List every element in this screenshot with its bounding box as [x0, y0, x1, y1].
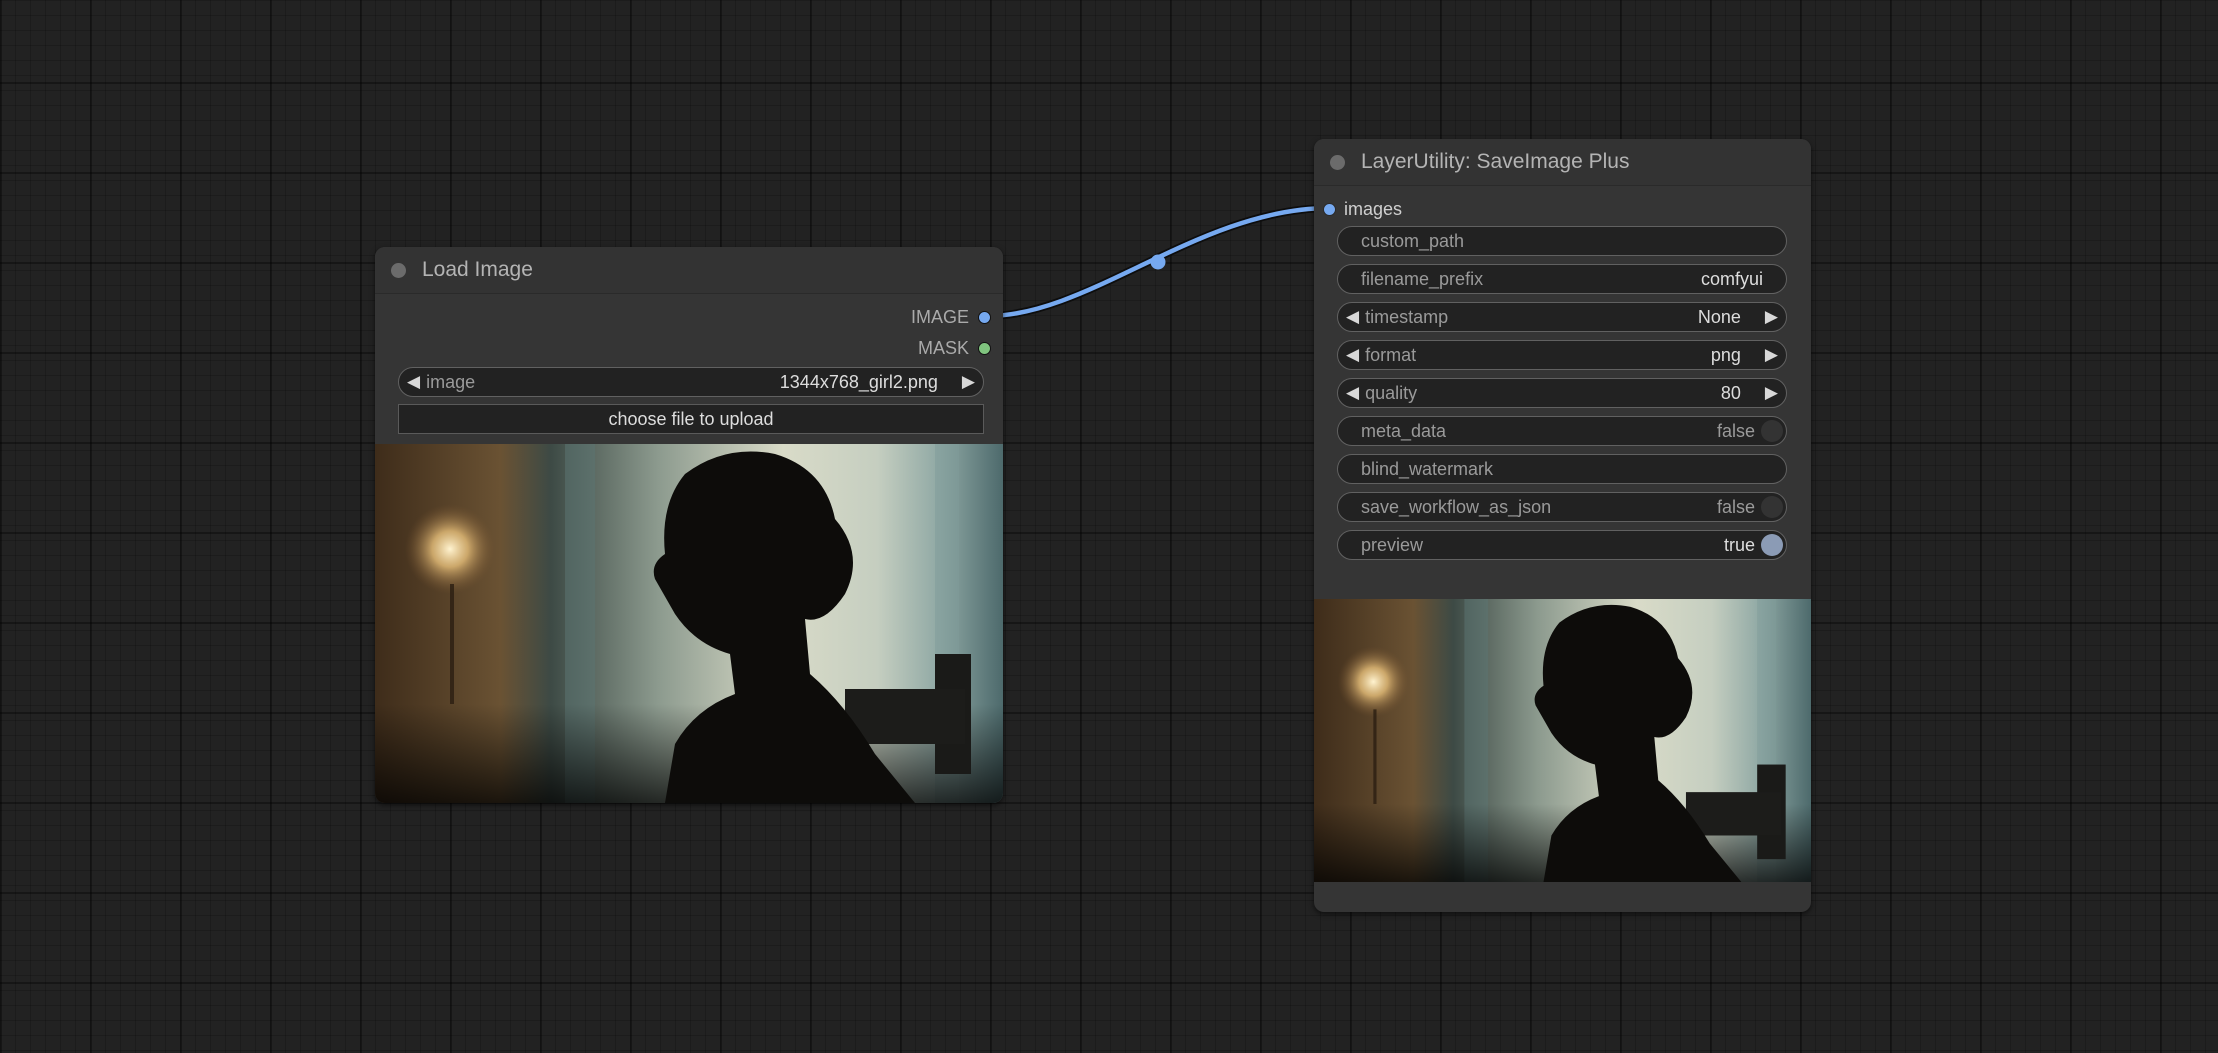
choose-file-upload-button[interactable]: choose file to upload: [398, 404, 984, 434]
widget-label: preview: [1361, 534, 1424, 555]
toggle-off-icon[interactable]: [1761, 496, 1783, 518]
slot-dot-icon[interactable]: [978, 310, 991, 324]
output-slot-mask[interactable]: MASK: [918, 337, 991, 359]
output-slot-image[interactable]: IMAGE: [911, 306, 991, 328]
blind-watermark-field[interactable]: blind_watermark: [1337, 454, 1787, 484]
widget-value: 1344x768_girl2.png: [779, 371, 938, 392]
saveimage-plus-node[interactable]: LayerUtility: SaveImage Plus images cust…: [1314, 139, 1811, 912]
preview-toggle[interactable]: preview true: [1337, 530, 1787, 560]
timestamp-combo[interactable]: ◀ timestamp None ▶: [1337, 302, 1787, 332]
node-collapse-dot-icon[interactable]: [391, 263, 406, 278]
input-slot-label: images: [1344, 198, 1403, 219]
left-arrow-icon[interactable]: ◀: [1346, 307, 1359, 327]
node-title: Load Image: [422, 258, 533, 281]
quality-number-stepper[interactable]: ◀ quality 80 ▶: [1337, 378, 1787, 408]
widget-label: timestamp: [1365, 306, 1449, 327]
widget-label: save_workflow_as_json: [1361, 496, 1552, 517]
widget-value: false: [1716, 420, 1755, 441]
right-arrow-icon[interactable]: ▶: [1765, 307, 1778, 327]
image-link-wire-line: [987, 205, 1331, 319]
right-arrow-icon[interactable]: ▶: [1765, 345, 1778, 365]
input-slot-images[interactable]: images: [1323, 198, 1402, 220]
format-combo[interactable]: ◀ format png ▶: [1337, 340, 1787, 370]
widget-value: false: [1716, 496, 1755, 517]
widget-value: png: [1710, 344, 1741, 365]
node-title-bar[interactable]: LayerUtility: SaveImage Plus: [1314, 139, 1811, 186]
widget-value: None: [1697, 306, 1741, 327]
left-arrow-icon[interactable]: ◀: [1346, 383, 1359, 403]
image-preview-woman-silhouette-icon: [1314, 599, 1811, 882]
link-midpoint-handle[interactable]: [1150, 254, 1166, 270]
node-title-bar[interactable]: Load Image: [375, 247, 1003, 294]
node-title: LayerUtility: SaveImage Plus: [1361, 150, 1630, 173]
filename-prefix-field[interactable]: filename_prefix comfyui: [1337, 264, 1787, 294]
left-arrow-icon[interactable]: ◀: [407, 372, 420, 392]
load-image-preview: [375, 444, 1003, 803]
node-collapse-dot-icon[interactable]: [1330, 155, 1345, 170]
meta-data-toggle[interactable]: meta_data false: [1337, 416, 1787, 446]
widget-label: image: [426, 371, 476, 392]
right-arrow-icon[interactable]: ▶: [962, 372, 975, 392]
widget-label: filename_prefix: [1361, 268, 1484, 289]
custom-path-field[interactable]: custom_path: [1337, 226, 1787, 256]
output-slot-label: MASK: [917, 337, 969, 358]
image-link-wire[interactable]: [987, 204, 1331, 320]
slot-dot-icon[interactable]: [978, 341, 991, 355]
save-workflow-as-json-toggle[interactable]: save_workflow_as_json false: [1337, 492, 1787, 522]
slot-dot-icon[interactable]: [1323, 202, 1336, 216]
image-combo-widget[interactable]: ◀ image 1344x768_girl2.png ▶: [398, 367, 984, 397]
output-slot-label: IMAGE: [910, 306, 969, 327]
widget-value: 80: [1720, 382, 1741, 403]
saved-image-preview: [1314, 599, 1811, 882]
widget-label: meta_data: [1361, 420, 1447, 441]
image-preview-woman-silhouette-icon: [375, 444, 1003, 803]
widget-label: custom_path: [1361, 230, 1465, 251]
link-layer: [987, 204, 1331, 320]
right-arrow-icon[interactable]: ▶: [1765, 383, 1778, 403]
toggle-on-icon[interactable]: [1761, 534, 1783, 556]
upload-button-label: choose file to upload: [608, 408, 774, 429]
load-image-node[interactable]: Load Image IMAGE MASK ◀ image 1344x768_g…: [375, 247, 1003, 803]
widget-label: blind_watermark: [1361, 458, 1494, 479]
widget-label: format: [1365, 344, 1417, 365]
widget-value: true: [1723, 534, 1755, 555]
widget-label: quality: [1365, 382, 1418, 403]
toggle-off-icon[interactable]: [1761, 420, 1783, 442]
left-arrow-icon[interactable]: ◀: [1346, 345, 1359, 365]
widget-value: comfyui: [1700, 268, 1763, 289]
